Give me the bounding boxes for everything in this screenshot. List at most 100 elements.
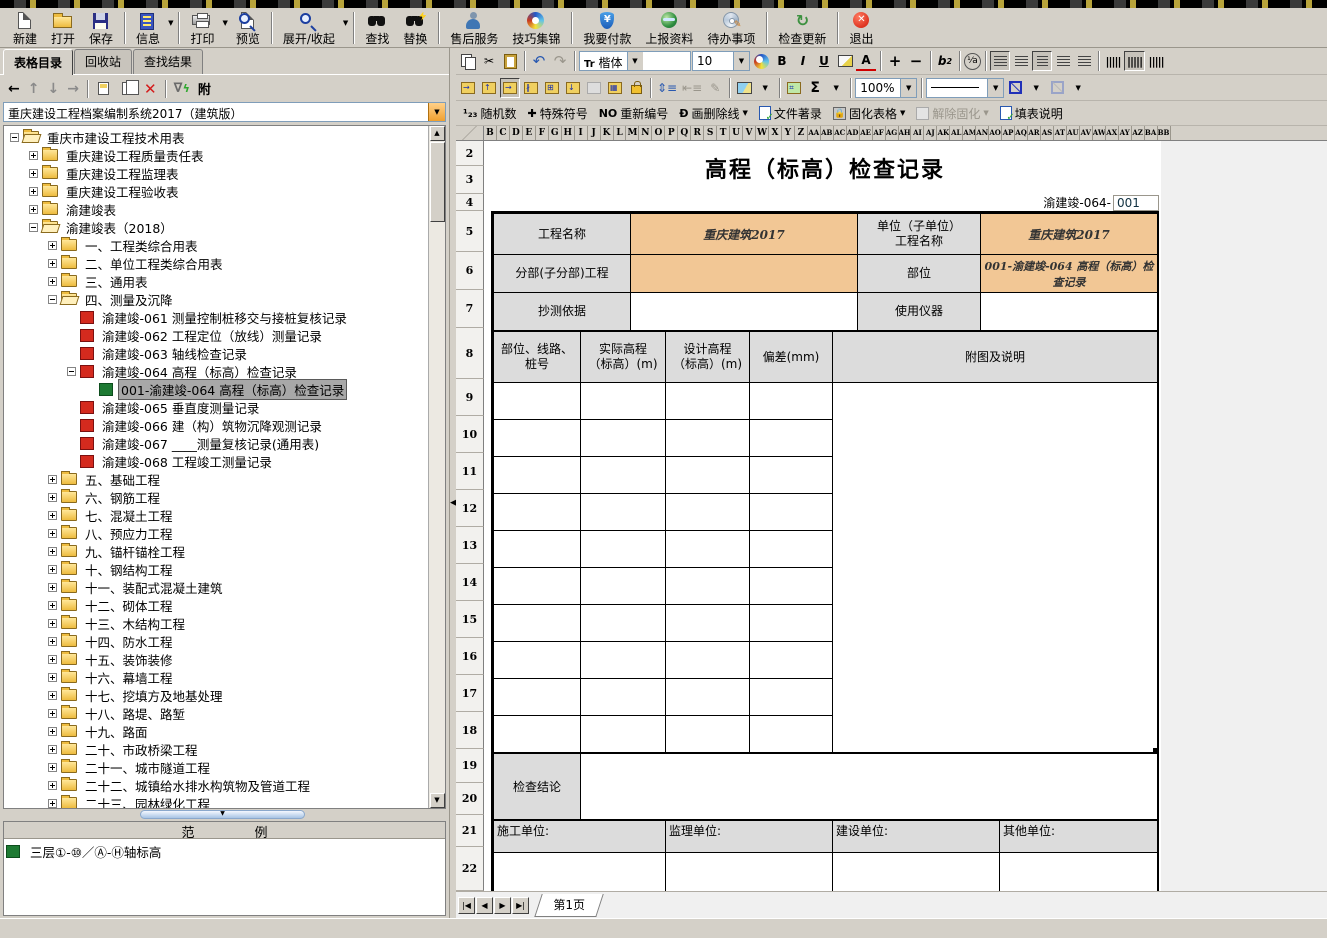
toolbar-button-print[interactable]: 打印 [183,9,221,47]
tree-horizontal-scrollbar[interactable] [0,809,449,821]
example-item[interactable]: 三层①-⑩／Ⓐ-Ⓗ轴标高 [4,839,445,864]
collapse-handle[interactable] [140,810,305,819]
tree-expander-icon[interactable] [48,547,57,556]
tree-item[interactable]: 十六、幕墙工程 [6,668,428,686]
column-header-P[interactable]: P [665,126,678,140]
column-header-I[interactable]: I [575,126,588,140]
tree-item[interactable]: 渝建竣-066 建（构）筑物沉降观测记录 [6,416,428,434]
tree-item[interactable]: 渝建竣-068 工程竣工测量记录 [6,452,428,470]
row-header-16[interactable]: 16 [456,638,484,675]
copy-icon[interactable] [458,51,478,71]
column-header-AF[interactable]: AF [873,126,886,140]
tools-button-renumber[interactable]: NO重新编号 [594,103,674,123]
column-header-C[interactable]: C [497,126,510,140]
column-header-AC[interactable]: AC [834,126,847,140]
tree-expander-icon[interactable] [48,727,57,736]
toolbar-button-after-sales[interactable]: 售后服务 [443,9,505,47]
column-header-Z[interactable]: Z [795,126,808,140]
row-header-9[interactable]: 9 [456,379,484,416]
column-header-AL[interactable]: AL [950,126,963,140]
column-header-X[interactable]: X [769,126,782,140]
row-header-19[interactable]: 19 [456,749,484,783]
tree-item[interactable]: 四、测量及沉降 [6,290,428,308]
measurement-cell[interactable] [581,568,666,605]
attachment-notes-cell[interactable] [833,383,1158,753]
sheet-nav-1-icon[interactable]: ◀ [476,897,493,914]
underline-button[interactable]: U [814,51,834,71]
vertical-text-center-button[interactable]: ||||| [1124,51,1145,71]
column-header-F[interactable]: F [536,126,549,140]
tree-expander-icon[interactable] [10,133,19,142]
nav-forward-icon[interactable]: → [67,81,79,97]
tree-expander-icon[interactable] [48,745,57,754]
measurement-cell[interactable] [494,679,581,716]
row-header-13[interactable]: 13 [456,527,484,564]
column-header-AY[interactable]: AY [1119,126,1132,140]
sheet-nav-3-icon[interactable]: ▶| [512,897,529,914]
measurement-cell[interactable] [494,457,581,494]
column-header-AS[interactable]: AS [1041,126,1054,140]
toolbar-button-check-update[interactable]: ↻检查更新 [771,9,833,47]
tab-回收站[interactable]: 回收站 [74,49,132,74]
tree-expander-icon[interactable] [29,169,38,178]
row-header-11[interactable]: 11 [456,453,484,490]
catalog-dropdown[interactable]: 重庆建设工程档案编制系统2017（建筑版） ▼ [3,102,446,122]
vertical-text-left-button[interactable]: ||||| [1103,51,1123,71]
info-value[interactable]: 重庆建筑2017 [981,214,1158,255]
scroll-thumb[interactable] [430,142,445,222]
column-header-J[interactable]: J [588,126,601,140]
info-value[interactable]: 001-渝建竣-064 高程（标高）检查记录 [981,255,1158,293]
measurement-cell[interactable] [666,531,750,568]
decrease-size-button[interactable]: − [906,51,926,71]
tree-item[interactable]: 重庆市建设工程技术用表 [6,128,428,146]
measurement-cell[interactable] [581,531,666,568]
sheet-nav-2-icon[interactable]: ▶ [494,897,511,914]
insert-row-above-icon[interactable]: ↑ [479,78,499,98]
tree-item[interactable]: 渝建竣表（2018） [6,218,428,236]
fraction-button[interactable]: ⅟a [964,53,981,70]
row-header-4[interactable]: 4 [456,194,484,211]
column-header-AV[interactable]: AV [1080,126,1093,140]
column-header-W[interactable]: W [756,126,769,140]
column-header-V[interactable]: V [743,126,756,140]
measurement-cell[interactable] [666,457,750,494]
dropdown-arrow-icon[interactable]: ▼ [900,79,916,97]
sheet-tab-page1[interactable]: 第1页 [534,894,603,917]
toolbar-button-open[interactable]: 打开 [44,9,82,47]
signature-cell[interactable] [1000,853,1158,892]
column-header-AP[interactable]: AP [1002,126,1015,140]
column-header-AQ[interactable]: AQ [1015,126,1028,140]
signature-cell[interactable] [666,853,833,892]
column-header-AM[interactable]: AM [963,126,976,140]
toolbar-button-find[interactable]: 查找 [358,9,396,47]
tree-item[interactable]: 二十二、城镇给水排水构筑物及管道工程 [6,776,428,794]
lock-cell-icon[interactable] [626,78,646,98]
insert-image-dropdown-icon[interactable]: ▼ [755,78,775,98]
row-header-21[interactable]: 21 [456,815,484,847]
scroll-down-icon[interactable]: ▼ [430,793,445,808]
measurement-cell[interactable] [666,716,750,753]
tree-item[interactable]: 十四、防水工程 [6,632,428,650]
measurement-cell[interactable] [666,679,750,716]
toolbar-button-new[interactable]: 新建 [6,9,44,47]
tools-button-fill-help[interactable]: 填表说明 [995,103,1068,123]
tree-expander-icon[interactable] [48,655,57,664]
tree-item[interactable]: 八、预应力工程 [6,524,428,542]
column-header-AO[interactable]: AO [989,126,1002,140]
tools-button-strike-line[interactable]: Ð画删除线▼ [674,103,753,123]
tree-item[interactable]: 十、钢结构工程 [6,560,428,578]
copy-form-icon[interactable] [120,81,136,96]
column-header-AU[interactable]: AU [1067,126,1080,140]
column-header-N[interactable]: N [639,126,652,140]
merge-cell-icon[interactable]: ⊞ [542,78,562,98]
measurement-cell[interactable] [494,716,581,753]
align-center-button[interactable] [1032,51,1052,71]
tree-expander-icon[interactable] [48,475,57,484]
tree-item[interactable]: 二十一、城市隧道工程 [6,758,428,776]
toolbar-button-exit[interactable]: ✕退出 [842,9,880,47]
toolbar-button-save[interactable]: 保存 [82,9,120,47]
column-header-AN[interactable]: AN [976,126,989,140]
delete-row-icon[interactable]: ↓ [563,78,583,98]
column-header-D[interactable]: D [510,126,523,140]
toolbar-button-expand-collapse[interactable]: 展开/收起 [276,9,342,47]
